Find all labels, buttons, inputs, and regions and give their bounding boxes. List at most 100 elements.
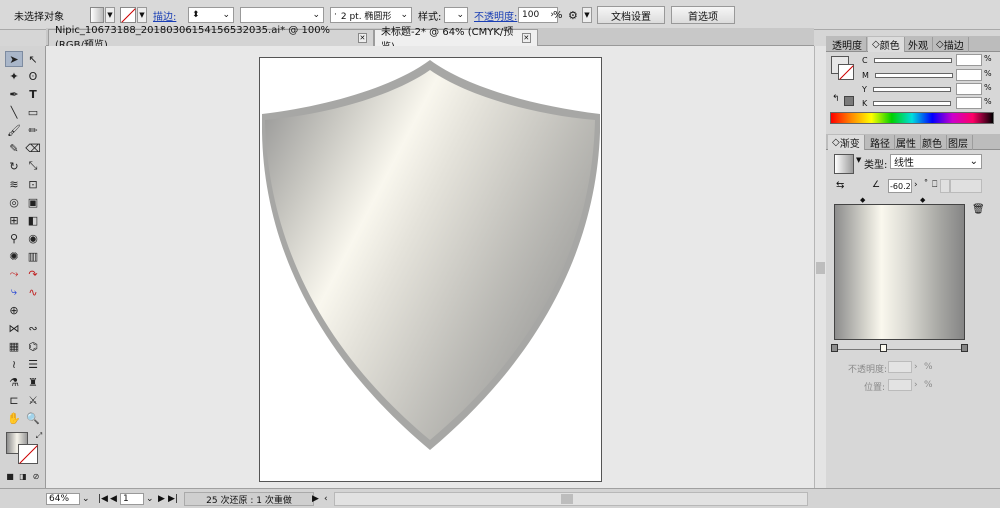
opacity-field[interactable]: 100 › — [518, 6, 558, 24]
zoom-tool-icon[interactable]: 🔍 — [24, 410, 42, 426]
last-artboard-icon[interactable]: ▶| — [168, 492, 178, 506]
magic-wand-tool-icon[interactable]: ✦ — [5, 68, 23, 84]
custom-red-tool-icon[interactable]: ⤳ — [5, 266, 23, 282]
out-of-gamut-icon[interactable]: ↰ — [832, 94, 840, 104]
pipette-tool-icon[interactable]: ⚗ — [5, 374, 23, 390]
fill-dropdown[interactable]: ▼ — [105, 6, 115, 24]
twist-tool-icon[interactable]: ⌬ — [24, 338, 42, 354]
gradient-slider-track[interactable] — [834, 349, 965, 350]
chevron-right-icon[interactable]: › — [914, 180, 918, 190]
channel-k-value[interactable] — [956, 97, 982, 109]
crosshair-tool-icon[interactable]: ⊕ — [5, 302, 23, 318]
scale-tool-icon[interactable]: ⤡ — [24, 158, 42, 174]
free-transform-tool-icon[interactable]: ⊡ — [24, 176, 42, 192]
scroll-thumb[interactable] — [816, 262, 825, 274]
eraser-tool-icon[interactable]: ⌫ — [24, 140, 42, 156]
channel-c-value[interactable] — [956, 54, 982, 66]
channel-y-value[interactable] — [956, 83, 982, 95]
tab-pathfinder[interactable]: 路径 — [866, 135, 895, 150]
channel-k[interactable]: K — [862, 97, 952, 109]
tab-document-1[interactable]: Nipic_10673188_20180306154156532035.ai* … — [48, 25, 374, 51]
blend-tool-icon[interactable]: ◉ — [24, 230, 42, 246]
scroll-thumb[interactable] — [561, 494, 573, 504]
canvas[interactable] — [46, 46, 814, 488]
slice-tool-icon[interactable]: ⚔ — [24, 392, 42, 408]
stroke-weight-field[interactable]: ⬍ ⌄ — [188, 6, 234, 24]
zoom-field[interactable]: 64% ⌄ — [46, 492, 90, 506]
vertical-scrollbar[interactable] — [814, 46, 826, 488]
horizontal-scrollbar[interactable] — [334, 492, 808, 506]
custom-red-curve-icon[interactable]: ↷ — [24, 266, 42, 282]
tab-appearance[interactable]: 外观 — [904, 37, 933, 52]
gradient-preview-swatch[interactable] — [834, 154, 854, 174]
stamp-tool-icon[interactable]: ♜ — [24, 374, 42, 390]
symbol-sprayer-tool-icon[interactable]: ✺ — [5, 248, 23, 264]
scroll-left-icon[interactable]: ‹ — [324, 492, 328, 506]
pen-tool-icon[interactable]: ✒ — [5, 86, 23, 102]
midpoint-diamond[interactable]: ◆ — [920, 196, 925, 204]
gradient-tool-icon[interactable]: ◧ — [24, 212, 42, 228]
midpoint-diamond[interactable]: ◆ — [860, 196, 865, 204]
gradient-stop[interactable] — [831, 344, 838, 352]
stepper-icon[interactable]: ⬍ — [192, 10, 200, 20]
pencil-tool-icon[interactable]: ✏ — [24, 122, 42, 138]
gradient-stop[interactable] — [961, 344, 968, 352]
color-spectrum[interactable] — [830, 112, 994, 124]
eyedropper-tool-icon[interactable]: ⚲ — [5, 230, 23, 246]
close-icon[interactable]: ✕ — [357, 33, 367, 43]
blob-brush-tool-icon[interactable]: ✎ — [5, 140, 23, 156]
recolor-icon[interactable]: ⚙ — [568, 6, 578, 24]
gradient-ramp-preview[interactable] — [834, 204, 965, 340]
chevron-down-icon[interactable]: ⌄ — [222, 10, 230, 20]
gradient-type-select[interactable]: 线性 ⌄ — [890, 154, 982, 169]
tab-color-2[interactable]: 颜色 — [918, 135, 947, 150]
channel-y[interactable]: Y — [862, 83, 951, 95]
recolor-dropdown[interactable]: ▼ — [582, 6, 592, 24]
line-tool-icon[interactable]: ╲ — [5, 104, 23, 120]
reverse-gradient-icon[interactable]: ⇆ — [836, 180, 844, 191]
angle-field[interactable]: -60.2 — [888, 179, 912, 193]
rotate-tool-icon[interactable]: ↻ — [5, 158, 23, 174]
column-graph-tool-icon[interactable]: ▥ — [24, 248, 42, 264]
document-setup-button[interactable]: 文档设置 — [597, 6, 665, 24]
opacity-link[interactable]: 不透明度: — [474, 6, 517, 24]
channel-m-value[interactable] — [956, 69, 982, 81]
paintbrush-tool-icon[interactable]: 🖌 — [5, 122, 23, 138]
tab-color[interactable]: ◇ 颜色 — [868, 37, 905, 52]
direct-selection-tool-icon[interactable]: ↖ — [24, 51, 42, 67]
status-menu-icon[interactable]: ▶ — [312, 492, 319, 506]
hand-tool-icon[interactable]: ✋ — [5, 410, 23, 426]
artboard-tool-icon[interactable]: ⊏ — [5, 392, 23, 408]
zigzag-tool-icon[interactable]: ≀ — [5, 356, 23, 372]
chevron-down-icon[interactable]: ▼ — [856, 156, 861, 164]
chevron-down-icon[interactable]: ⌄ — [312, 10, 320, 20]
style-swatch[interactable]: ⌄ — [444, 6, 468, 24]
stroke-dropdown[interactable]: ▼ — [137, 6, 147, 24]
warp-tool-icon[interactable]: ≋ — [5, 176, 23, 192]
custom-blue-tool-icon[interactable]: ⤷ — [5, 284, 23, 300]
gamut-swatch[interactable] — [844, 96, 854, 106]
shield-shape[interactable] — [260, 58, 603, 483]
variable-width-field[interactable]: ⌄ — [240, 6, 324, 24]
previous-artboard-icon[interactable]: ◀ — [110, 492, 117, 506]
artboard[interactable] — [259, 57, 602, 482]
chevron-down-icon[interactable]: ⌄ — [146, 494, 154, 504]
trash-icon[interactable]: 🗑 — [972, 204, 985, 215]
tab-stroke[interactable]: ◇ 描边 — [932, 37, 969, 52]
stroke-color-swatch[interactable] — [18, 444, 38, 464]
selection-tool-icon[interactable]: ➤ — [5, 51, 23, 67]
tab-transparency[interactable]: 透明度 — [828, 37, 867, 52]
next-artboard-icon[interactable]: ▶ — [158, 492, 165, 506]
stroke-swatch[interactable] — [120, 6, 136, 24]
channel-m[interactable]: M — [862, 69, 953, 81]
artboard-number-field[interactable]: 1 ⌄ — [120, 492, 154, 506]
fill-swatch[interactable] — [90, 6, 104, 24]
tab-document-2[interactable]: 未标题-2* @ 64% (CMYK/预览) ✕ — [374, 27, 538, 53]
type-tool-icon[interactable]: T — [24, 86, 42, 102]
stroke-proxy-swatch[interactable] — [838, 64, 854, 80]
mesh-tool-icon[interactable]: ⋈ — [5, 320, 23, 336]
custom-wave-tool-icon[interactable]: ∿ — [24, 284, 42, 300]
tab-attributes[interactable]: 属性 — [892, 135, 921, 150]
gradient-stop[interactable] — [880, 344, 887, 352]
stroke-link[interactable]: 描边: — [153, 6, 176, 24]
